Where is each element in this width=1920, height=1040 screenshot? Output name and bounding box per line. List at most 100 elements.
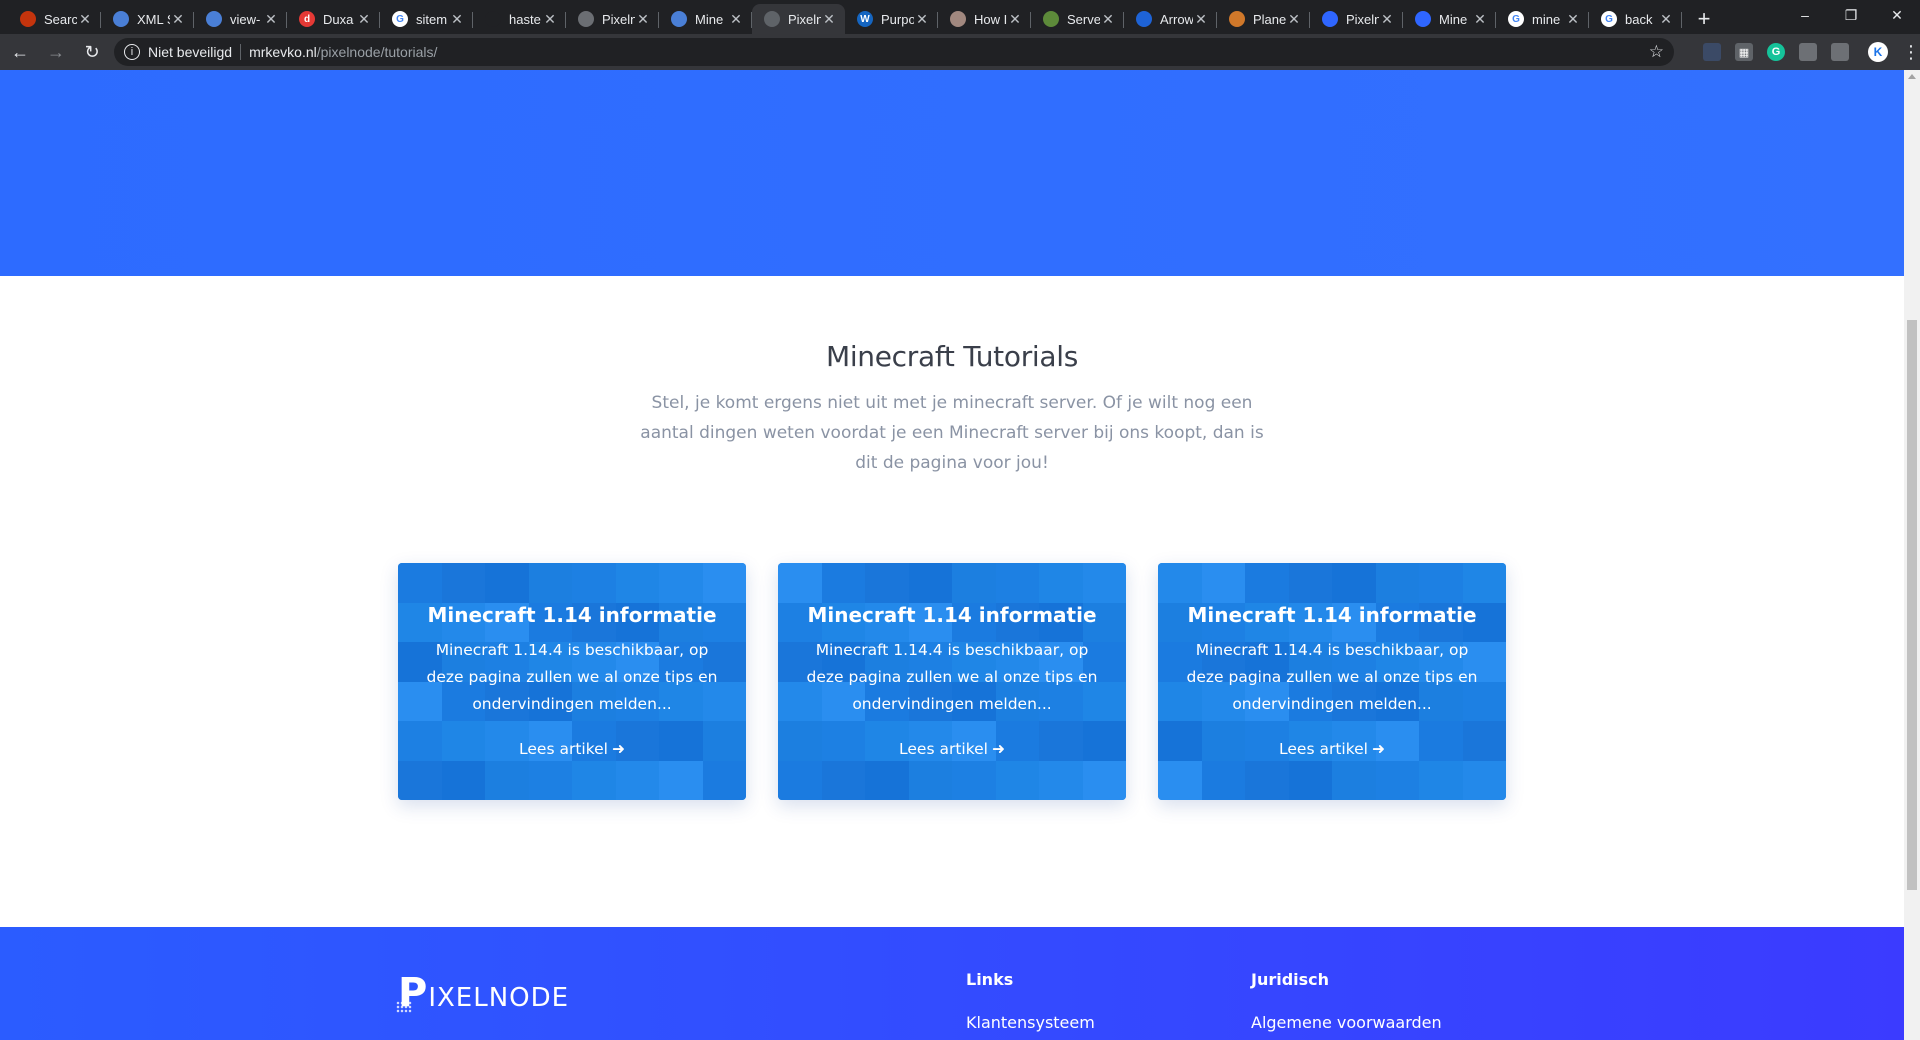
footer-links-heading: Links: [966, 970, 1014, 989]
tab-favicon-icon: [485, 11, 501, 27]
tab-close-icon[interactable]: ✕: [77, 11, 93, 28]
tutorial-card[interactable]: Minecraft 1.14 informatie Minecraft 1.14.…: [398, 563, 746, 800]
browser-tab[interactable]: XML S✕: [101, 4, 194, 34]
address-bar[interactable]: i Niet beveiligd mrkevko.nl/pixelnode/tu…: [114, 38, 1674, 66]
footer-legal-column: Juridisch Algemene voorwaarden: [1251, 970, 1442, 1032]
forward-button[interactable]: →: [40, 36, 72, 68]
extension-icon[interactable]: [1831, 43, 1849, 61]
pixelnode-logo[interactable]: P IXELNODE: [396, 973, 569, 1013]
scrollbar-thumb[interactable]: [1907, 320, 1917, 890]
tab-close-icon[interactable]: ✕: [356, 11, 372, 28]
tab-favicon-icon: [113, 11, 129, 27]
arrow-right-icon: ➜: [1371, 740, 1385, 758]
card-text: Minecraft 1.14.4 is beschikbaar, op deze…: [806, 641, 1098, 713]
footer-link-klantensysteem[interactable]: Klantensysteem: [966, 1013, 1095, 1032]
info-icon[interactable]: i: [124, 44, 140, 60]
menu-icon[interactable]: ⋮: [1902, 42, 1920, 63]
tab-title: Duxa: [323, 11, 354, 27]
tab-close-icon[interactable]: ✕: [449, 11, 465, 28]
tab-title: haste: [509, 11, 541, 27]
tab-favicon-icon: d: [299, 11, 315, 27]
back-button[interactable]: ←: [4, 36, 36, 68]
tab-favicon-icon: [1043, 11, 1059, 27]
tab-title: Purpo: [881, 11, 914, 27]
profile-avatar[interactable]: K: [1868, 42, 1888, 62]
card-title: Minecraft 1.14 informatie: [1187, 603, 1477, 627]
scroll-up-arrow-icon[interactable]: [1908, 74, 1916, 79]
tab-close-icon[interactable]: ✕: [542, 11, 558, 28]
restore-icon[interactable]: ❐: [1828, 0, 1874, 30]
footer-link-algemene-voorwaarden[interactable]: Algemene voorwaarden: [1251, 1013, 1442, 1032]
read-article-link[interactable]: Lees artikel ➜: [1279, 740, 1385, 758]
tab-favicon-icon: W: [857, 11, 873, 27]
omnibox-divider: [240, 44, 242, 60]
tab-favicon-icon: G: [392, 11, 408, 27]
window-controls: – ❐ ✕: [1782, 0, 1920, 30]
url-path: /pixelnode/tutorials/: [316, 44, 438, 60]
browser-tab[interactable]: d Duxa ✕: [287, 4, 380, 34]
qr-code-icon[interactable]: ▦: [1735, 43, 1753, 61]
tab-close-icon[interactable]: ✕: [635, 11, 651, 28]
read-article-link[interactable]: Lees artikel ➜: [899, 740, 1005, 758]
tab-favicon-icon: [20, 11, 36, 27]
footer: P IXELNODE Links Klantensysteem Juridisc…: [0, 927, 1904, 1040]
tab-close-icon[interactable]: ✕: [728, 11, 744, 28]
tab-close-icon[interactable]: ✕: [821, 11, 837, 28]
read-article-link[interactable]: Lees artikel ➜: [519, 740, 625, 758]
browser-tab[interactable]: W Purpo ✕: [845, 4, 938, 34]
tab-close-icon[interactable]: ✕: [1007, 11, 1023, 28]
browser-tab[interactable]: Gsitem ✕: [380, 4, 473, 34]
browser-tab[interactable]: Pixeln ✕: [752, 4, 845, 34]
browser-tab[interactable]: view- ✕: [194, 4, 287, 34]
browser-tab[interactable]: Pixeln ✕: [1310, 4, 1403, 34]
new-tab-button[interactable]: +: [1688, 4, 1720, 34]
browser-tab[interactable]: Arrow ✕: [1124, 4, 1217, 34]
url-host: mrkevko.nl: [249, 44, 317, 60]
tab-close-icon[interactable]: ✕: [170, 11, 186, 28]
browser-tab[interactable]: Pixeln ✕: [566, 4, 659, 34]
browser-tab[interactable]: How I ✕: [938, 4, 1031, 34]
tab-title: How I: [974, 11, 1007, 27]
browser-tab[interactable]: Plane ✕: [1217, 4, 1310, 34]
browser-tab[interactable]: Gmine ✕: [1496, 4, 1589, 34]
reload-button[interactable]: ↻: [76, 36, 108, 68]
section-title: Minecraft Tutorials: [825, 340, 1079, 373]
tutorial-card[interactable]: Minecraft 1.14 informatie Minecraft 1.14.…: [1158, 563, 1506, 800]
tab-title: mine: [1532, 11, 1561, 27]
tab-close-icon[interactable]: ✕: [1193, 11, 1209, 28]
tab-title: Searc: [44, 11, 77, 27]
tab-close-icon[interactable]: ✕: [1565, 11, 1581, 28]
footer-links-column: Links Klantensysteem: [966, 970, 1095, 1032]
browser-tab[interactable]: Searc ✕: [8, 4, 101, 34]
card-title: Minecraft 1.14 informatie: [427, 603, 717, 627]
browser-tab[interactable]: haste ✕: [473, 4, 566, 34]
tab-close-icon[interactable]: ✕: [1472, 11, 1488, 28]
security-label[interactable]: Niet beveiligd: [148, 44, 232, 60]
tab-favicon-icon: [950, 11, 966, 27]
tutorial-card[interactable]: Minecraft 1.14 informatie Minecraft 1.14.…: [778, 563, 1126, 800]
arrow-right-icon: ➜: [991, 740, 1005, 758]
browser-tab-strip: Searc✕XML S✕view-✕dDuxa✕Gsitem✕haste✕Pix…: [0, 0, 1920, 34]
minimize-icon[interactable]: –: [1782, 0, 1828, 30]
browser-tab[interactable]: Mine ✕: [659, 4, 752, 34]
tab-close-icon[interactable]: ✕: [1286, 11, 1302, 28]
tab-close-icon[interactable]: ✕: [1100, 11, 1116, 28]
browser-tab[interactable]: Mine ✕: [1403, 4, 1496, 34]
tab-close-icon[interactable]: ✕: [263, 11, 279, 28]
tab-close-icon[interactable]: ✕: [1379, 11, 1395, 28]
bookmark-star-icon[interactable]: ☆: [1649, 42, 1664, 62]
tab-close-icon[interactable]: ✕: [1658, 11, 1674, 28]
logo-pixel-dots: [396, 1001, 412, 1013]
browser-tab[interactable]: Serve ✕: [1031, 4, 1124, 34]
extension-icon[interactable]: [1703, 43, 1721, 61]
tab-favicon-icon: [1136, 11, 1152, 27]
close-window-icon[interactable]: ✕: [1874, 0, 1920, 30]
browser-tab[interactable]: Gback ✕: [1589, 4, 1682, 34]
tab-list: Searc✕XML S✕view-✕dDuxa✕Gsitem✕haste✕Pix…: [8, 4, 1682, 34]
tab-title: view-: [230, 11, 261, 27]
grammarly-icon[interactable]: G: [1767, 43, 1785, 61]
tab-title: Pixeln: [1346, 11, 1379, 27]
extension-icon[interactable]: [1799, 43, 1817, 61]
tab-close-icon[interactable]: ✕: [914, 11, 930, 28]
page-scrollbar[interactable]: [1904, 70, 1920, 1040]
